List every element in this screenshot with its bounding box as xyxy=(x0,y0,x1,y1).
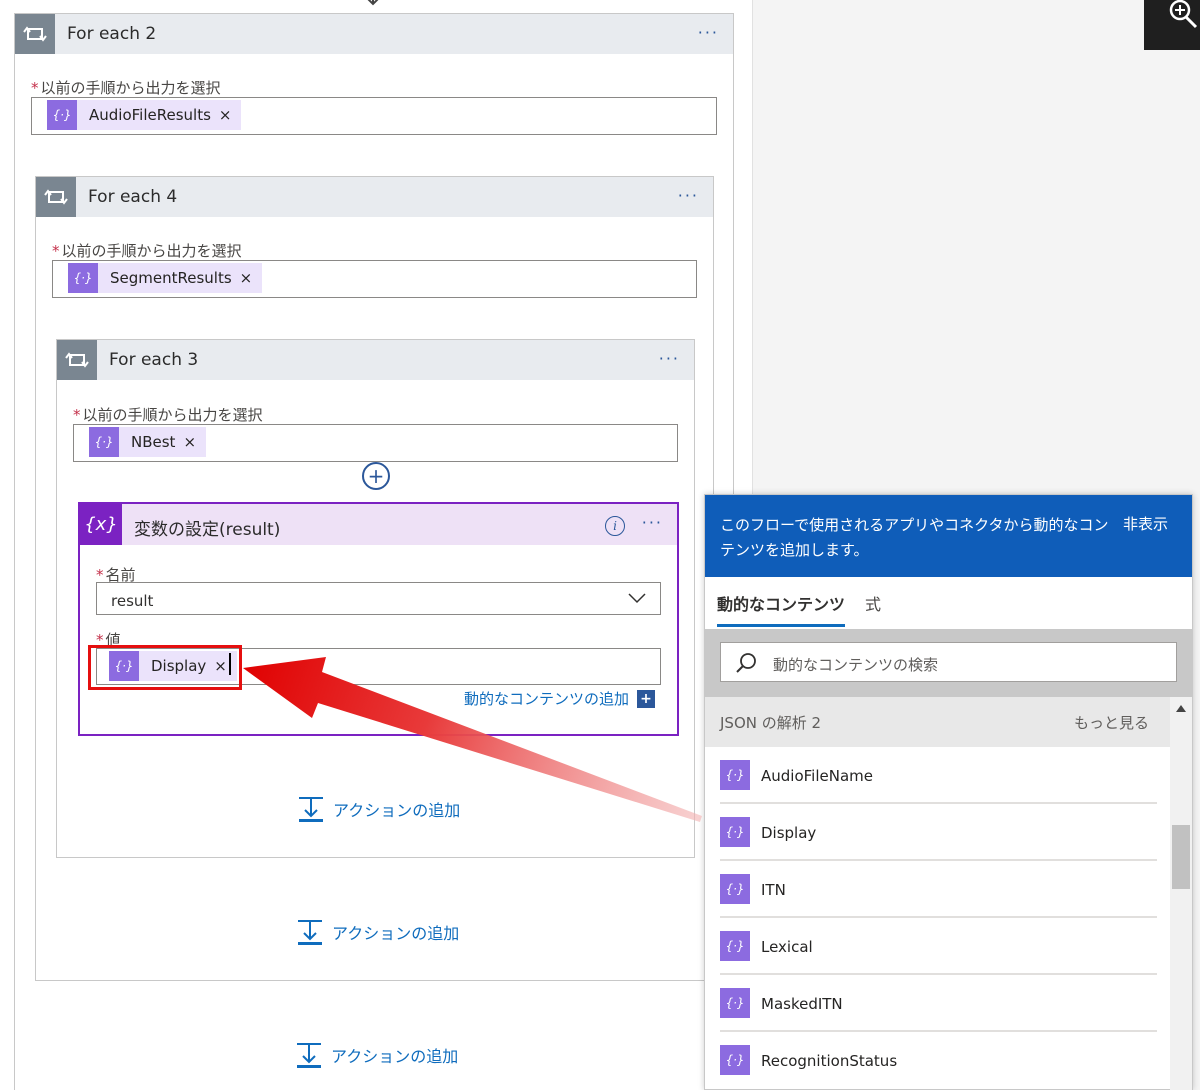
list-item[interactable]: {·} AudioFileName xyxy=(720,747,1157,804)
token-label: SegmentResults xyxy=(110,269,232,287)
dynamic-token-icon: {·} xyxy=(720,931,750,961)
add-action-label: アクションの追加 xyxy=(333,801,461,820)
name-select[interactable]: result xyxy=(96,582,661,615)
insert-step-button[interactable]: + xyxy=(362,462,390,490)
for-each-2-header[interactable]: For each 2 ··· xyxy=(15,14,733,54)
add-dynamic-content-link[interactable]: 動的なコンテンツの追加 + xyxy=(464,688,655,709)
for-each-4-label: * 以前の手順から出力を選択 xyxy=(52,242,242,260)
add-action-button[interactable]: アクションの追加 xyxy=(296,918,459,946)
scroll-up-arrow-icon[interactable] xyxy=(1176,705,1186,712)
list-item[interactable]: {·} ITN xyxy=(720,861,1157,918)
for-each-2-input[interactable]: {·} AudioFileResults × xyxy=(31,97,717,135)
for-each-3-header[interactable]: For each 3 ··· xyxy=(57,340,694,380)
dynamic-token[interactable]: {·} NBest × xyxy=(89,427,207,457)
list-item[interactable]: {·} Lexical xyxy=(720,918,1157,975)
dynamic-token-icon: {·} xyxy=(720,1045,750,1075)
dynamic-token-icon: {·} xyxy=(720,874,750,904)
for-each-3-input[interactable]: {·} NBest × xyxy=(73,424,678,462)
list-item-label: MaskedITN xyxy=(761,995,843,1013)
dynamic-token[interactable]: {·} SegmentResults × xyxy=(68,263,263,293)
for-each-3-label: * 以前の手順から出力を選択 xyxy=(73,406,263,424)
for-each-2-label: * 以前の手順から出力を選択 xyxy=(31,79,221,97)
section-header: JSON の解析 2 もっと見る xyxy=(705,697,1171,747)
scroll-thumb[interactable] xyxy=(1172,825,1190,889)
dynamic-token-icon: {·} xyxy=(47,100,77,130)
panel-scrollbar[interactable] xyxy=(1170,697,1192,1090)
token-label: NBest xyxy=(131,433,176,451)
list-item[interactable]: {·} Display xyxy=(720,804,1157,861)
list-item-label: RecognitionStatus xyxy=(761,1052,898,1070)
zoom-in-icon xyxy=(1169,0,1198,29)
set-variable-card: {x} 変数の設定(result) i ··· * 名前 result * 値 {·… xyxy=(78,502,679,736)
dynamic-token-icon: {·} xyxy=(68,263,98,293)
see-more-link[interactable]: もっと見る xyxy=(1074,712,1149,733)
more-options-button[interactable]: ··· xyxy=(698,23,719,42)
loop-icon xyxy=(15,14,55,54)
set-variable-title: 変数の設定(result) xyxy=(134,520,281,540)
for-each-2-title: For each 2 xyxy=(67,24,157,44)
add-dynamic-content-icon: + xyxy=(637,689,655,708)
more-options-button[interactable]: ··· xyxy=(659,349,680,368)
tab-expression[interactable]: 式 xyxy=(865,591,881,615)
more-options-button[interactable]: ··· xyxy=(678,186,699,205)
set-variable-header[interactable]: {x} 変数の設定(result) i ··· xyxy=(80,504,677,545)
search-icon xyxy=(736,653,756,673)
list-item[interactable]: {·} RecognitionStatus xyxy=(720,1032,1157,1089)
name-select-value: result xyxy=(111,592,154,610)
loop-icon xyxy=(57,340,97,380)
hide-panel-button[interactable]: 非表示 xyxy=(1123,513,1168,534)
add-action-label: アクションの追加 xyxy=(332,924,460,943)
dynamic-token-icon: {·} xyxy=(89,427,119,457)
add-action-label: アクションの追加 xyxy=(331,1047,459,1066)
for-each-4-title: For each 4 xyxy=(88,187,178,207)
info-icon[interactable]: i xyxy=(605,516,625,536)
more-options-button[interactable]: ··· xyxy=(642,513,663,532)
annotation-highlight-box xyxy=(88,645,242,690)
list-item-label: Display xyxy=(761,824,817,842)
dynamic-token-icon: {·} xyxy=(720,988,750,1018)
search-placeholder: 動的なコンテンツの検索 xyxy=(773,656,939,674)
dynamic-token-icon: {·} xyxy=(720,760,750,790)
dynamic-content-panel: このフローで使用されるアプリやコネクタから動的なコンテンツを追加します。 非表示… xyxy=(704,494,1193,1090)
add-action-button[interactable]: アクションの追加 xyxy=(295,1041,458,1069)
add-action-button[interactable]: アクションの追加 xyxy=(297,795,460,823)
remove-token-button[interactable]: × xyxy=(183,433,196,451)
add-action-icon xyxy=(297,1043,321,1068)
tab-dynamic-content[interactable]: 動的なコンテンツ xyxy=(717,591,846,627)
for-each-4-header[interactable]: For each 4 ··· xyxy=(36,177,713,217)
add-dynamic-content-label: 動的なコンテンツの追加 xyxy=(463,690,629,708)
section-title: JSON の解析 2 xyxy=(720,714,822,732)
dynamic-panel-header: このフローで使用されるアプリやコネクタから動的なコンテンツを追加します。 非表示 xyxy=(705,495,1192,577)
connector-arrow-icon xyxy=(367,0,379,6)
add-action-icon xyxy=(298,920,322,945)
list-item-label: Lexical xyxy=(761,938,813,956)
search-input[interactable]: 動的なコンテンツの検索 xyxy=(720,642,1177,682)
token-label: AudioFileResults xyxy=(89,106,211,124)
for-each-4-input[interactable]: {·} SegmentResults × xyxy=(52,260,697,298)
list-item[interactable]: {·} MaskedITN xyxy=(720,975,1157,1032)
search-area: 動的なコンテンツの検索 xyxy=(705,629,1192,697)
zoom-in-button[interactable] xyxy=(1144,0,1200,50)
dynamic-token[interactable]: {·} AudioFileResults × xyxy=(47,100,242,130)
dynamic-panel-description: このフローで使用されるアプリやコネクタから動的なコンテンツを追加します。 xyxy=(720,516,1109,559)
list-item-label: ITN xyxy=(761,881,786,899)
remove-token-button[interactable]: × xyxy=(219,106,232,124)
dynamic-token-icon: {·} xyxy=(720,817,750,847)
for-each-3-title: For each 3 xyxy=(109,350,199,370)
remove-token-button[interactable]: × xyxy=(240,269,253,287)
dynamic-panel-tabs: 動的なコンテンツ 式 xyxy=(705,577,1192,629)
dynamic-content-list: {·} AudioFileName {·} Display {·} ITN {·} Le… xyxy=(720,747,1157,1089)
add-action-icon xyxy=(299,797,323,822)
loop-icon xyxy=(36,177,76,217)
variable-icon: {x} xyxy=(80,504,122,545)
list-item-label: AudioFileName xyxy=(761,767,873,785)
chevron-down-icon xyxy=(628,593,646,604)
